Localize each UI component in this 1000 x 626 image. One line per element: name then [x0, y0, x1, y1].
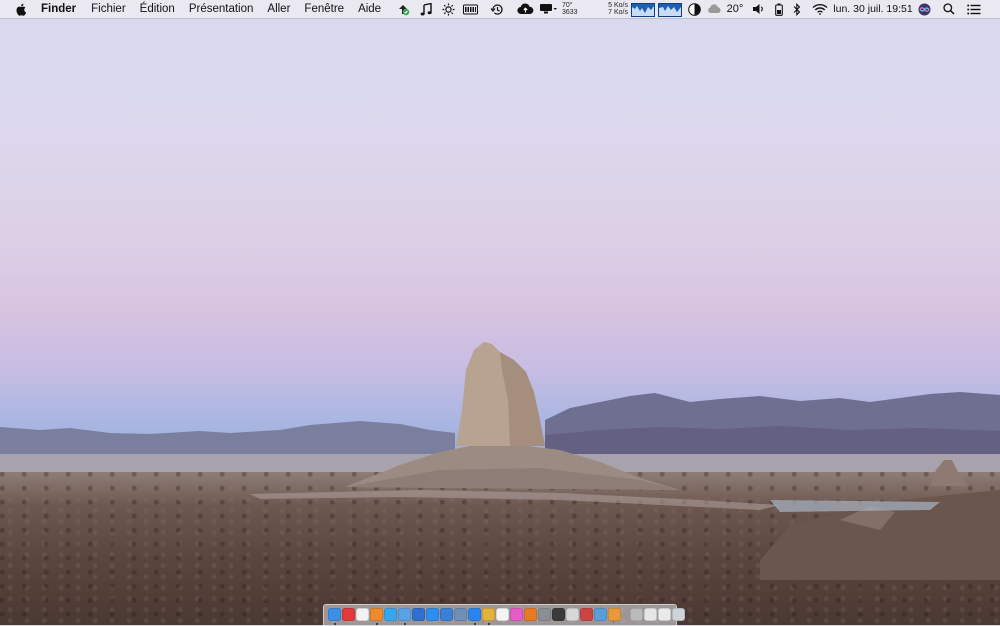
cpu-temp-fan-readout[interactable]: 70° 3633 [562, 0, 584, 18]
dock-photos-icon[interactable] [566, 608, 579, 621]
dock-mail-icon[interactable] [398, 608, 411, 621]
menu-bar: Finder Fichier Édition Présentation Alle… [0, 0, 1000, 18]
bluetooth-icon[interactable] [791, 0, 803, 18]
network-upload-text: 5 Ko/s [608, 2, 628, 9]
menu-app-finder[interactable]: Finder [41, 3, 76, 15]
weather-cloud-icon[interactable] [706, 0, 722, 18]
cpu-graph-icon[interactable] [631, 3, 655, 17]
dock-itunes-icon[interactable] [510, 608, 523, 621]
menu-aller[interactable]: Aller [267, 3, 290, 15]
network-download-text: 7 Ko/s [608, 9, 628, 16]
brightness-icon[interactable] [441, 0, 455, 18]
dock-finder-icon[interactable] [328, 608, 341, 621]
siri-icon[interactable] [917, 0, 931, 18]
menu-edition[interactable]: Édition [140, 3, 175, 15]
dock-text-editor-icon[interactable] [496, 608, 509, 621]
volume-icon[interactable] [751, 0, 765, 18]
dock-activity-icon[interactable] [580, 608, 593, 621]
dock [323, 604, 685, 626]
menu-fichier[interactable]: Fichier [91, 3, 126, 15]
dock-settings-icon[interactable] [538, 608, 551, 621]
weather-temperature[interactable]: 20° [724, 0, 746, 18]
dock-monitor-icon[interactable] [594, 608, 607, 621]
memory-icon[interactable] [462, 0, 478, 18]
dock-app-store-icon[interactable] [468, 608, 481, 621]
desktop-wallpaper [0, 0, 1000, 625]
network-speed-readout[interactable]: 5 Ko/s 7 Ko/s [600, 0, 628, 18]
dock-vpn-icon[interactable] [412, 608, 425, 621]
notification-center-icon[interactable] [966, 0, 982, 18]
dock-preview-icon[interactable] [454, 608, 467, 621]
time-machine-icon[interactable] [489, 0, 505, 18]
menu-fenetre[interactable]: Fenêtre [304, 3, 344, 15]
dock-fan-icon[interactable] [608, 608, 621, 621]
dock-firefox-icon[interactable] [524, 608, 537, 621]
dock-downloads-icon[interactable] [644, 608, 657, 621]
dock-trash-icon[interactable] [672, 608, 685, 621]
mountains-left [0, 421, 455, 456]
desert-trail [250, 490, 780, 510]
cpu-temperature-text: 70° [562, 2, 573, 9]
music-note-icon[interactable] [419, 0, 433, 18]
water-puddle [770, 500, 940, 512]
display-menu-icon[interactable] [538, 0, 558, 18]
dock-calendar-icon[interactable] [356, 608, 369, 621]
dock-safari-icon[interactable] [426, 608, 439, 621]
menubar-clock[interactable]: lun. 30 juil. 19:51 [833, 0, 912, 18]
fan-speed-text: 3633 [562, 9, 578, 16]
menu-aide[interactable]: Aide [358, 3, 381, 15]
cloud-upload-icon[interactable] [516, 0, 534, 18]
menu-presentation[interactable]: Présentation [189, 3, 254, 15]
dock-folder-icon[interactable] [658, 608, 671, 621]
dock-document-icon[interactable] [630, 608, 643, 621]
wallpaper-landscape [0, 342, 1000, 580]
dark-mode-icon[interactable] [687, 0, 701, 18]
spotlight-search-icon[interactable] [942, 0, 956, 18]
wifi-icon[interactable] [811, 0, 829, 18]
sync-status-icon[interactable] [396, 0, 410, 18]
dock-cloud-app-icon[interactable] [370, 608, 383, 621]
dock-xcode-icon[interactable] [440, 608, 453, 621]
dock-terminal-icon[interactable] [552, 608, 565, 621]
dock-no-entry-icon[interactable] [342, 608, 355, 621]
network-graph-icon[interactable] [658, 3, 682, 17]
dock-chrome-icon[interactable] [482, 608, 495, 621]
dock-messages-icon[interactable] [384, 608, 397, 621]
battery-icon[interactable] [773, 0, 785, 18]
apple-menu-icon[interactable] [16, 2, 28, 16]
